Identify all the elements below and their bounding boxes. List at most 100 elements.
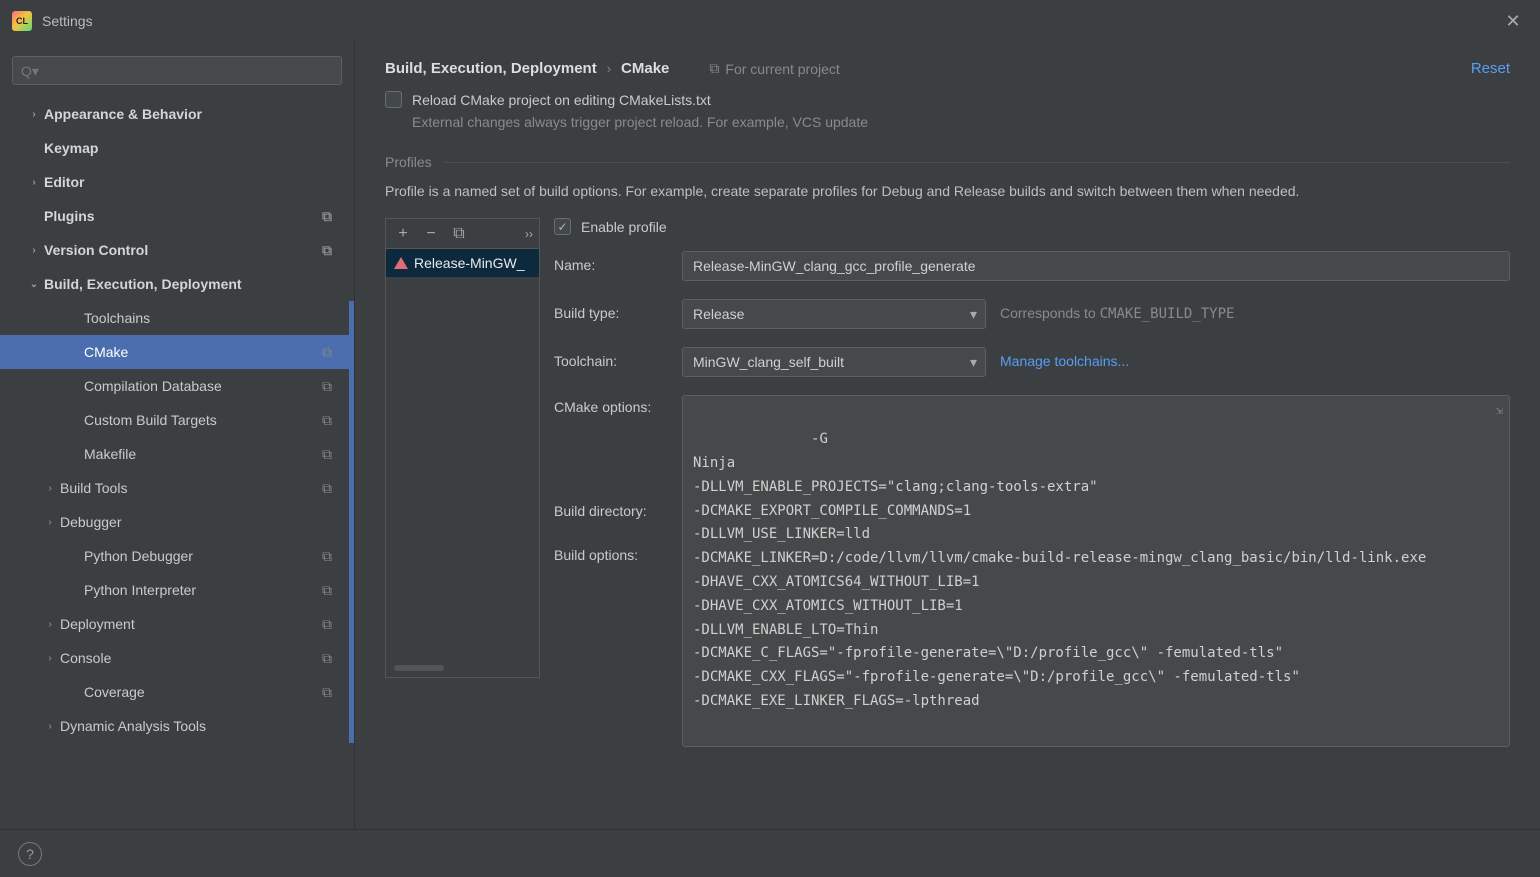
modified-marker	[349, 607, 354, 641]
modified-marker	[349, 301, 354, 335]
sidebar-item-custom-build-targets[interactable]: ·Custom Build Targets ⧉	[0, 403, 354, 437]
profiles-list: + − ⧉ ›› Release-MinGW_	[385, 218, 540, 678]
profile-list-item-label: Release-MinGW_	[414, 255, 524, 271]
profile-form: Enable profile Name: Build type: Release…	[554, 218, 1510, 764]
enable-profile-checkbox[interactable]	[554, 218, 571, 235]
profile-name-input[interactable]	[682, 251, 1510, 281]
profiles-description: Profile is a named set of build options.…	[385, 180, 1510, 202]
sidebar-item-label: Debugger	[60, 514, 122, 530]
build-type-select[interactable]: Release	[682, 299, 986, 329]
sidebar-item-label: Console	[60, 650, 111, 666]
titlebar: CL Settings ✕	[0, 0, 1540, 42]
sidebar-item-label: Build, Execution, Deployment	[44, 276, 242, 292]
sidebar-item-deployment[interactable]: ›Deployment⧉	[0, 607, 354, 641]
sidebar-item-build-tools[interactable]: ›Build Tools⧉	[0, 471, 354, 505]
sidebar-item-coverage[interactable]: ·Coverage⧉	[0, 675, 354, 709]
chevron-right-icon: ›	[607, 61, 611, 76]
copy-icon: ⧉	[709, 60, 719, 77]
modified-marker	[349, 505, 354, 539]
sidebar-item-label: Custom Build Targets	[84, 412, 217, 428]
sidebar-item-keymap[interactable]: ·Keymap	[0, 131, 354, 165]
chevron-right-icon: ›	[24, 177, 44, 188]
name-label: Name:	[554, 251, 682, 273]
chevron-right-icon: ›	[40, 483, 60, 494]
profile-list-item[interactable]: Release-MinGW_	[386, 249, 539, 277]
breadcrumb-leaf: CMake	[621, 60, 669, 77]
manage-toolchains-link[interactable]: Manage toolchains...	[1000, 347, 1129, 369]
modified-marker	[349, 437, 354, 471]
bottom-bar: ?	[0, 829, 1540, 877]
for-current-project-label: For current project	[725, 61, 839, 77]
search-input[interactable]	[12, 56, 342, 85]
sidebar-item-makefile[interactable]: ·Makefile⧉	[0, 437, 354, 471]
sidebar-item-compilation-database[interactable]: ·Compilation Database⧉	[0, 369, 354, 403]
toolchain-value: MinGW_clang_self_built	[693, 354, 844, 370]
sidebar-item-label: Compilation Database	[84, 378, 222, 394]
reload-checkbox-label: Reload CMake project on editing CMakeLis…	[412, 92, 711, 108]
sidebar-item-python-interpreter[interactable]: ·Python Interpreter⧉	[0, 573, 354, 607]
toolchain-select[interactable]: MinGW_clang_self_built	[682, 347, 986, 377]
modified-marker	[349, 471, 354, 505]
sidebar-item-label: Keymap	[44, 140, 98, 156]
sidebar: ›Appearance & Behavior·Keymap›Editor·Plu…	[0, 42, 355, 829]
cmake-options-label: CMake options:	[554, 395, 682, 415]
chevron-right-icon: ·	[64, 415, 84, 426]
expand-icon[interactable]: ⇲	[1496, 400, 1503, 420]
sidebar-item-label: Version Control	[44, 242, 148, 258]
add-profile-button[interactable]: +	[392, 225, 414, 243]
modified-marker	[349, 539, 354, 573]
sidebar-item-debugger[interactable]: ›Debugger	[0, 505, 354, 539]
project-scope-icon: ⧉	[322, 548, 338, 565]
cmake-options-textarea[interactable]: ⇲ -G Ninja -DLLVM_ENABLE_PROJECTS="clang;…	[682, 395, 1510, 746]
project-scope-icon: ⧉	[322, 378, 338, 395]
chevron-right-icon: ·	[24, 143, 44, 154]
chevron-right-icon: ›	[40, 653, 60, 664]
project-scope-icon: ⧉	[322, 616, 338, 633]
project-scope-icon: ⧉	[322, 208, 338, 225]
build-options-label: Build options:	[554, 519, 682, 563]
chevron-right-icon: ›	[24, 109, 44, 120]
sidebar-item-label: Coverage	[84, 684, 145, 700]
build-directory-label: Build directory:	[554, 415, 682, 519]
sidebar-item-plugins[interactable]: ·Plugins⧉	[0, 199, 354, 233]
reload-checkbox[interactable]	[385, 91, 402, 108]
copy-profile-button[interactable]: ⧉	[448, 225, 470, 243]
sidebar-item-label: Makefile	[84, 446, 136, 462]
toolchain-label: Toolchain:	[554, 347, 682, 369]
sidebar-item-version-control[interactable]: ›Version Control⧉	[0, 233, 354, 267]
breadcrumb-root[interactable]: Build, Execution, Deployment	[385, 60, 597, 77]
sidebar-item-console[interactable]: ›Console ⧉	[0, 641, 354, 675]
breadcrumb: Build, Execution, Deployment › CMake ⧉ F…	[355, 42, 1540, 91]
build-type-hint: Corresponds to CMAKE_BUILD_TYPE	[1000, 299, 1234, 322]
project-scope-icon: ⧉	[322, 650, 338, 667]
settings-tree: ›Appearance & Behavior·Keymap›Editor·Plu…	[0, 93, 354, 829]
chevron-right-icon: ·	[64, 347, 84, 358]
sidebar-item-dynamic-analysis-tools[interactable]: ›Dynamic Analysis Tools	[0, 709, 354, 743]
cmake-options-value: -G Ninja -DLLVM_ENABLE_PROJECTS="clang;c…	[693, 431, 1426, 709]
sidebar-item-label: Python Interpreter	[84, 582, 196, 598]
sidebar-item-toolchains[interactable]: ·Toolchains	[0, 301, 354, 335]
help-button[interactable]: ?	[18, 842, 42, 866]
modified-marker	[349, 573, 354, 607]
sidebar-item-python-debugger[interactable]: ·Python Debugger⧉	[0, 539, 354, 573]
modified-marker	[349, 675, 354, 709]
chevron-right-icon: ›	[24, 245, 44, 256]
sidebar-item-editor[interactable]: ›Editor	[0, 165, 354, 199]
sidebar-item-label: CMake	[84, 344, 128, 360]
reload-hint: External changes always trigger project …	[412, 114, 1510, 130]
horizontal-scrollbar[interactable]	[394, 665, 444, 671]
close-icon[interactable]: ✕	[1498, 11, 1528, 32]
remove-profile-button[interactable]: −	[420, 225, 442, 243]
sidebar-item-label: Toolchains	[84, 310, 150, 326]
chevron-right-icon: ·	[64, 449, 84, 460]
reset-link[interactable]: Reset	[1471, 60, 1510, 77]
chevron-right-icon: ·	[64, 585, 84, 596]
modified-marker	[349, 641, 354, 675]
more-button[interactable]: ››	[525, 227, 533, 241]
sidebar-item-build-execution-deployment[interactable]: ⌄Build, Execution, Deployment	[0, 267, 354, 301]
sidebar-item-appearance-behavior[interactable]: ›Appearance & Behavior	[0, 97, 354, 131]
project-scope-icon: ⧉	[322, 412, 338, 429]
sidebar-item-cmake[interactable]: ·CMake⧉	[0, 335, 354, 369]
sidebar-item-label: Python Debugger	[84, 548, 193, 564]
modified-marker	[349, 709, 354, 743]
